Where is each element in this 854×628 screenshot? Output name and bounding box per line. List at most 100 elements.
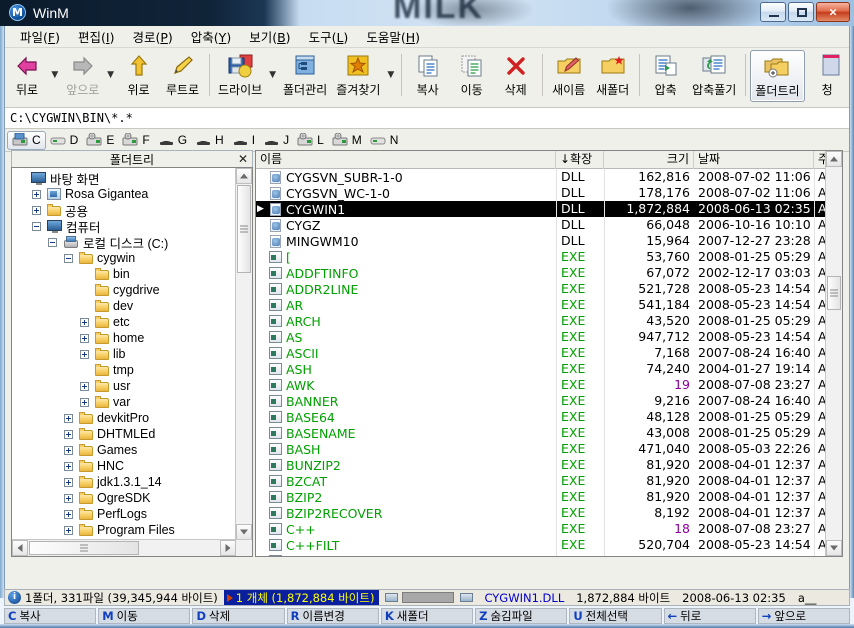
maximize-button[interactable] (788, 2, 814, 22)
menu-item-6[interactable]: 도움말(H) (357, 25, 429, 48)
tree-node-var[interactable]: var (12, 394, 236, 410)
tree-node-dhtmled[interactable]: DHTMLEd (12, 426, 236, 442)
column-header-name[interactable]: 이름 (256, 151, 556, 169)
function-key-복사[interactable]: C 복사 (4, 607, 97, 624)
menu-item-5[interactable]: 도구(L) (300, 25, 358, 48)
tree-scroll-left-button[interactable] (12, 540, 28, 556)
file-row[interactable]: BUNZIP2EXE81,9202008-04-01 12:37Ap. (256, 457, 826, 473)
folder-tree-list[interactable]: 바탕 화면 Rosa Gigantea 공용 컴퓨터 로컬 디스크 (C:) cygwin… (12, 168, 236, 556)
expand-icon[interactable] (64, 477, 73, 487)
file-row[interactable]: CATEXE46,5922008-01-25 05:29Ap. (256, 553, 826, 556)
expand-icon[interactable] (64, 413, 73, 423)
function-key-이동[interactable]: M 이동 (98, 607, 191, 624)
file-row[interactable]: BANNEREXE9,2162007-08-24 16:40Ap. (256, 393, 826, 409)
file-row[interactable]: [EXE53,7602008-01-25 05:29Ap. (256, 249, 826, 265)
tree-node-lib[interactable]: lib (12, 346, 236, 362)
list-scrollbar-thumb[interactable] (827, 276, 841, 310)
expand-icon[interactable] (64, 461, 73, 471)
file-row[interactable]: BASENAMEEXE43,0082008-01-25 05:29Ap. (256, 425, 826, 441)
tree-node-home[interactable]: home (12, 330, 236, 346)
toolbar-button-copy[interactable]: 복사 (406, 50, 450, 102)
function-key-앞으로[interactable]: → 앞으로 (757, 607, 850, 624)
function-key-새폴더[interactable]: K 새폴더 (380, 607, 474, 624)
expand-icon[interactable] (80, 349, 89, 359)
address-input[interactable]: C:\CYGWIN\BIN\*.* (5, 109, 849, 127)
file-row[interactable]: ASHEXE74,2402004-01-27 19:14Ap. (256, 361, 826, 377)
menu-item-4[interactable]: 보기(B) (240, 25, 299, 48)
file-row[interactable]: MINGWM10DLL15,9642007-12-27 23:28Ap. (256, 233, 826, 249)
list-scroll-up-button[interactable] (826, 151, 842, 167)
tree-node-perflogs[interactable]: PerfLogs (12, 506, 236, 522)
tree-horizontal-scrollbar[interactable] (12, 539, 252, 556)
file-row[interactable]: BZCATEXE81,9202008-04-01 12:37Ap. (256, 473, 826, 489)
tree-scroll-down-button[interactable] (236, 524, 252, 540)
toolbar-button-delete[interactable]: 삭제 (494, 50, 538, 102)
chevron-down-icon[interactable]: ▼ (267, 50, 279, 100)
file-row[interactable]: BZIP2RECOVEREXE8,1922008-04-01 12:37Ap. (256, 505, 826, 521)
file-row[interactable]: AREXE541,1842008-05-23 14:54Ap. (256, 297, 826, 313)
tree-node-games[interactable]: Games (12, 442, 236, 458)
tree-node--[interactable]: 공용 (12, 202, 236, 219)
menu-item-0[interactable]: 파일(F) (11, 25, 69, 48)
close-button[interactable]: × (816, 2, 850, 22)
file-row[interactable]: ASEXE947,7122008-05-23 14:54Ap. (256, 329, 826, 345)
list-scroll-down-button[interactable] (826, 540, 842, 556)
function-key-숨김파일[interactable]: Z 숨김파일 (475, 607, 568, 624)
file-row[interactable]: AWKEXE192008-07-08 23:27Ap. (256, 377, 826, 393)
column-header-ext[interactable]: ↓확장 (556, 151, 604, 169)
tree-node--[interactable]: 바탕 화면 (12, 170, 236, 187)
toolbar-button-up[interactable]: 위로 (117, 50, 161, 102)
file-row[interactable]: ▶CYGWIN1DLL1,872,8842008-06-13 02:35Ap. (256, 201, 826, 217)
expand-icon[interactable] (80, 381, 89, 391)
file-row[interactable]: BASE64EXE48,1282008-01-25 05:29Ap. (256, 409, 826, 425)
tree-node-jdk1-3-1-14[interactable]: jdk1.3.1_14 (12, 474, 236, 490)
tree-node-dev[interactable]: dev (12, 298, 236, 314)
file-row[interactable]: ASCIIEXE7,1682007-08-24 16:40Ap. (256, 345, 826, 361)
expand-icon[interactable] (64, 509, 73, 519)
toolbar-button-cleanup[interactable]: 청 (805, 50, 849, 102)
tree-hscrollbar-thumb[interactable] (29, 541, 139, 555)
tree-scrollbar-thumb[interactable] (237, 185, 251, 273)
tree-node-ogresdk[interactable]: OgreSDK (12, 490, 236, 506)
toolbar-button-move[interactable]: 이동 (450, 50, 494, 102)
tree-node-tmp[interactable]: tmp (12, 362, 236, 378)
close-icon[interactable]: ✕ (238, 152, 248, 166)
file-row[interactable]: CYGSVN_WC-1-0 DLL 178,176 2008-07-02 11:06 A… (256, 185, 826, 201)
expand-icon[interactable] (64, 445, 73, 455)
expand-icon[interactable] (80, 333, 89, 343)
function-key-삭제[interactable]: D 삭제 (192, 607, 285, 624)
collapse-icon[interactable] (32, 221, 41, 231)
toolbar-button-forward[interactable]: 앞으로 (61, 50, 105, 102)
file-row[interactable]: CYGZDLL66,0482006-10-16 10:10Ap. (256, 217, 826, 233)
chevron-down-icon[interactable]: ▼ (385, 50, 397, 100)
file-row[interactable]: BASHEXE471,0402008-05-03 22:26Ap. (256, 441, 826, 457)
menu-item-2[interactable]: 경로(P) (123, 25, 181, 48)
collapse-icon[interactable] (64, 253, 73, 263)
menu-item-3[interactable]: 압축(Y) (182, 25, 240, 48)
chevron-down-icon[interactable]: ▼ (105, 50, 117, 100)
tree-vertical-scrollbar[interactable] (235, 168, 252, 540)
tree-node-etc[interactable]: etc (12, 314, 236, 330)
file-row[interactable]: BZIP2EXE81,9202008-04-01 12:37Ap. (256, 489, 826, 505)
expand-icon[interactable] (32, 205, 41, 215)
toolbar-button-folder-tree[interactable]: 폴더트리 (749, 50, 806, 102)
column-header-size[interactable]: 크기 (604, 151, 694, 169)
tree-scroll-right-button[interactable] (220, 540, 236, 556)
toolbar-button-rename[interactable]: 새이름 (547, 50, 591, 102)
tree-node-devkitpro[interactable]: devkitPro (12, 410, 236, 426)
tree-node-program-files[interactable]: Program Files (12, 522, 236, 538)
file-row[interactable]: ADDFTINFOEXE67,0722002-12-17 03:03Ap. (256, 265, 826, 281)
column-header-date[interactable]: 날짜 (694, 151, 814, 169)
file-row[interactable]: CYGSVN_SUBR-1-0 DLL 162,816 2008-07-02 11:0… (256, 169, 826, 185)
expand-icon[interactable] (80, 317, 89, 327)
menu-item-1[interactable]: 편집(I) (69, 25, 123, 48)
toolbar-button-root[interactable]: 루트로 (161, 50, 205, 102)
expand-icon[interactable] (64, 525, 73, 535)
file-row[interactable]: C++EXE182008-07-08 23:27Ap. (256, 521, 826, 537)
function-key-이름변경[interactable]: R 이름변경 (286, 607, 379, 624)
expand-icon[interactable] (64, 429, 73, 439)
function-key-뒤로[interactable]: ← 뒤로 (663, 607, 756, 624)
file-row[interactable]: ADDR2LINEEXE521,7282008-05-23 14:54Ap. (256, 281, 826, 297)
tree-node--c-[interactable]: 로컬 디스크 (C:) (12, 234, 236, 251)
file-row[interactable]: C++FILTEXE520,7042008-05-23 14:54Ap. (256, 537, 826, 553)
